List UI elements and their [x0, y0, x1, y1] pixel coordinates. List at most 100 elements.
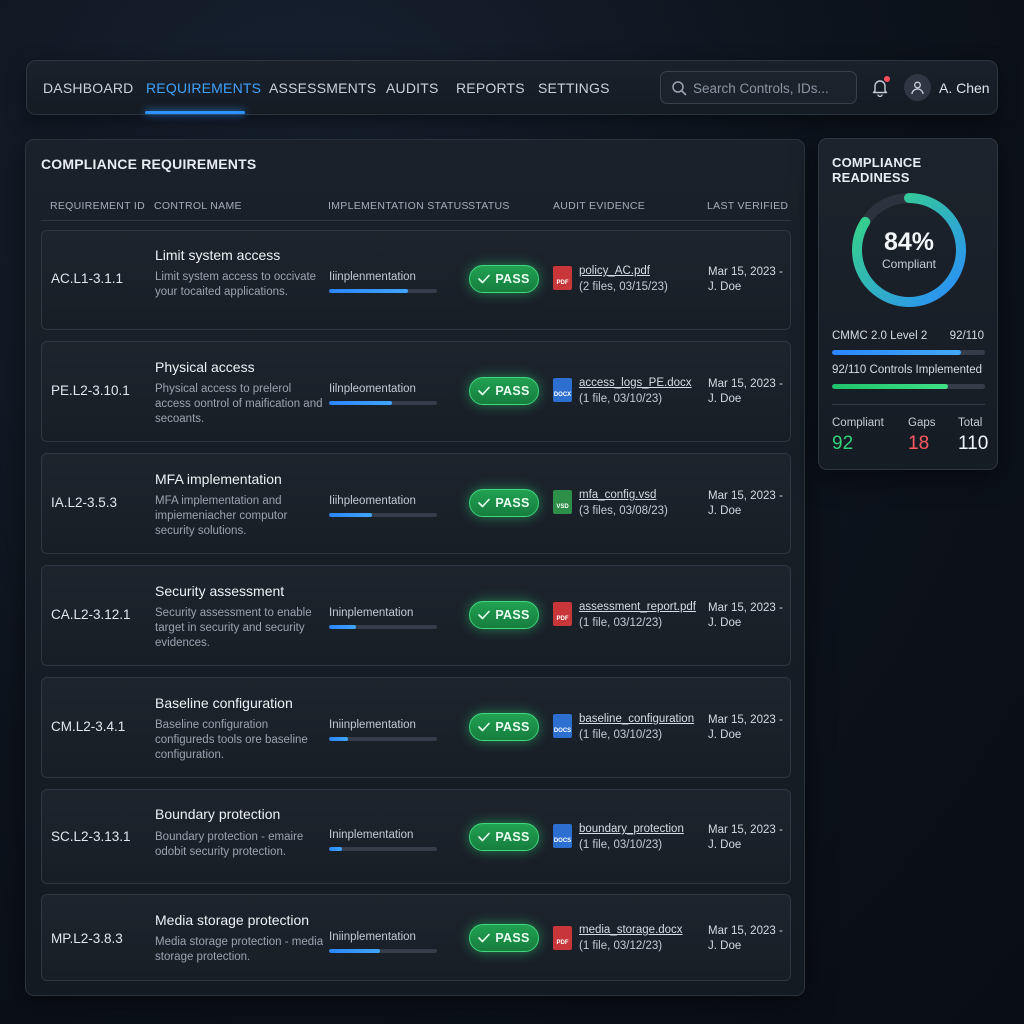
user-name[interactable]: A. Chen: [939, 80, 990, 96]
pdf-file-icon: PDF: [553, 266, 572, 290]
last-verified: Mar 15, 2023 - J. Doe: [708, 489, 790, 519]
evidence-file-link[interactable]: baseline_configuration: [579, 713, 694, 725]
col-header-last-verified[interactable]: LAST VERIFIED: [707, 200, 788, 212]
last-verified: Mar 15, 2023 - J. Doe: [708, 377, 790, 407]
table-row[interactable]: SC.L2-3.13.1 Boundary protection Boundar…: [41, 789, 791, 884]
nav-reports[interactable]: REPORTS: [456, 80, 525, 96]
last-verified: Mar 15, 2023 - J. Doe: [708, 924, 790, 954]
active-tab-indicator: [145, 111, 245, 114]
status-badge[interactable]: PASS: [469, 713, 539, 741]
check-icon: [478, 498, 491, 508]
evidence-file-meta: (2 files, 03/15/23): [579, 281, 668, 293]
nav-dashboard[interactable]: DASHBOARD: [43, 80, 133, 96]
evidence-file-meta: (1 file, 03/10/23): [579, 729, 663, 741]
status-badge[interactable]: PASS: [469, 489, 539, 517]
check-icon: [478, 386, 491, 396]
verified-by: J. Doe: [708, 505, 742, 517]
verified-by: J. Doe: [708, 839, 742, 851]
evidence-file-link[interactable]: mfa_config.vsd: [579, 489, 656, 501]
table-row[interactable]: IA.L2-3.5.3 MFA implementation MFA imple…: [41, 453, 791, 554]
status-badge[interactable]: PASS: [469, 377, 539, 405]
stat-label-gaps: Gaps: [908, 417, 936, 429]
nav-settings[interactable]: SETTINGS: [538, 80, 610, 96]
requirement-id: SC.L2-3.13.1: [51, 829, 131, 844]
control-description: Baseline configuration configureds tools…: [155, 719, 308, 761]
last-verified: Mar 15, 2023 - J. Doe: [708, 265, 790, 295]
status-badge[interactable]: PASS: [469, 924, 539, 952]
implementation-progress: [329, 401, 437, 405]
verified-date: Mar 15, 2023 -: [708, 602, 783, 614]
verified-date: Mar 15, 2023 -: [708, 714, 783, 726]
check-icon: [478, 610, 491, 620]
status-badge[interactable]: PASS: [469, 823, 539, 851]
verified-by: J. Doe: [708, 940, 742, 952]
notification-bell-icon[interactable]: [871, 76, 890, 102]
requirement-id: AC.L1-3.1.1: [51, 271, 124, 286]
panel-title: COMPLIANCE REQUIREMENTS: [41, 156, 257, 172]
nav-assessments[interactable]: ASSESSMENTS: [269, 80, 376, 96]
control-name: Physical access: [155, 359, 255, 375]
top-nav-bar: DASHBOARD REQUIREMENTS ASSESSMENTS AUDIT…: [26, 60, 998, 115]
implementation-label: Ininplementation: [329, 607, 414, 619]
search-box: [660, 71, 857, 104]
evidence-file-meta: (1 file, 03/10/23): [579, 839, 663, 851]
nav-requirements[interactable]: REQUIREMENTS: [146, 80, 261, 96]
implementation-label: Ininplementation: [329, 829, 414, 841]
verified-date: Mar 15, 2023 -: [708, 824, 783, 836]
control-description: MFA implementation and impiemeniacher co…: [155, 495, 288, 537]
table-row[interactable]: AC.L1-3.1.1 Limit system access Limit sy…: [41, 230, 791, 330]
docs-file-icon: DOCS: [553, 714, 572, 738]
table-row[interactable]: CM.L2-3.4.1 Baseline configuration Basel…: [41, 677, 791, 778]
readiness-title: COMPLIANCE READINESS: [832, 155, 922, 185]
verified-by: J. Doe: [708, 617, 742, 629]
implementation-label: Iniinplementation: [329, 931, 416, 943]
evidence-file-meta: (1 file, 03/12/23): [579, 617, 663, 629]
evidence-file-link[interactable]: assessment_report.pdf: [579, 601, 696, 613]
control-description: Physical access to prelerol access oontr…: [155, 383, 323, 425]
requirement-id: CA.L2-3.12.1: [51, 607, 131, 622]
table-row[interactable]: MP.L2-3.8.3 Media storage protection Med…: [41, 894, 791, 981]
control-name: MFA implementation: [155, 471, 282, 487]
status-badge[interactable]: PASS: [469, 601, 539, 629]
implementation-label: Iiinplenmentation: [329, 271, 416, 283]
check-icon: [478, 933, 491, 943]
evidence-file-link[interactable]: boundary_protection: [579, 823, 684, 835]
verified-by: J. Doe: [708, 281, 742, 293]
pdf-file-icon: PDF: [553, 602, 572, 626]
evidence-file-link[interactable]: media_storage.docx: [579, 924, 683, 936]
avatar[interactable]: [904, 74, 931, 101]
search-input[interactable]: [693, 79, 851, 97]
implementation-label: Iniinplementation: [329, 719, 416, 731]
gauge-percent: 84%: [883, 228, 935, 256]
control-name: Limit system access: [155, 247, 281, 263]
docx-file-icon: DOCX: [553, 378, 572, 402]
col-header-requirement-id[interactable]: REQUIREMENT ID: [50, 200, 145, 212]
last-verified: Mar 15, 2023 - J. Doe: [708, 601, 790, 631]
evidence-file-meta: (1 file, 03/12/23): [579, 940, 663, 952]
verified-by: J. Doe: [708, 729, 742, 741]
control-name: Security assessment: [155, 583, 285, 599]
table-row[interactable]: CA.L2-3.12.1 Security assessment Securit…: [41, 565, 791, 666]
control-description: Security assessment to enable target in …: [155, 607, 312, 649]
evidence-file-link[interactable]: access_logs_PE.docx: [579, 377, 692, 389]
header-divider: [41, 220, 791, 221]
col-header-status[interactable]: STATUS: [468, 200, 510, 212]
table-row[interactable]: PE.L2-3.10.1 Physical access Physical ac…: [41, 341, 791, 442]
col-header-implementation-status[interactable]: IMPLEMENTATION STATUS: [328, 200, 469, 212]
check-icon: [478, 722, 491, 732]
col-header-control-name[interactable]: CONTROL NAME: [154, 200, 242, 212]
status-text: PASS: [495, 496, 530, 510]
col-header-audit-evidence[interactable]: AUDIT EVIDENCE: [553, 200, 645, 212]
notification-dot: [884, 76, 890, 82]
implementation-progress: [329, 289, 437, 293]
user-icon: [911, 81, 924, 95]
status-badge[interactable]: PASS: [469, 265, 539, 293]
evidence-file-link[interactable]: policy_AC.pdf: [579, 265, 650, 277]
verified-date: Mar 15, 2023 -: [708, 925, 783, 937]
check-icon: [478, 274, 491, 284]
status-text: PASS: [495, 272, 530, 286]
implementation-label: Iiihpleomentation: [329, 495, 416, 507]
requirement-id: MP.L2-3.8.3: [51, 931, 123, 946]
control-name: Boundary protection: [155, 806, 281, 822]
nav-audits[interactable]: AUDITS: [386, 80, 439, 96]
